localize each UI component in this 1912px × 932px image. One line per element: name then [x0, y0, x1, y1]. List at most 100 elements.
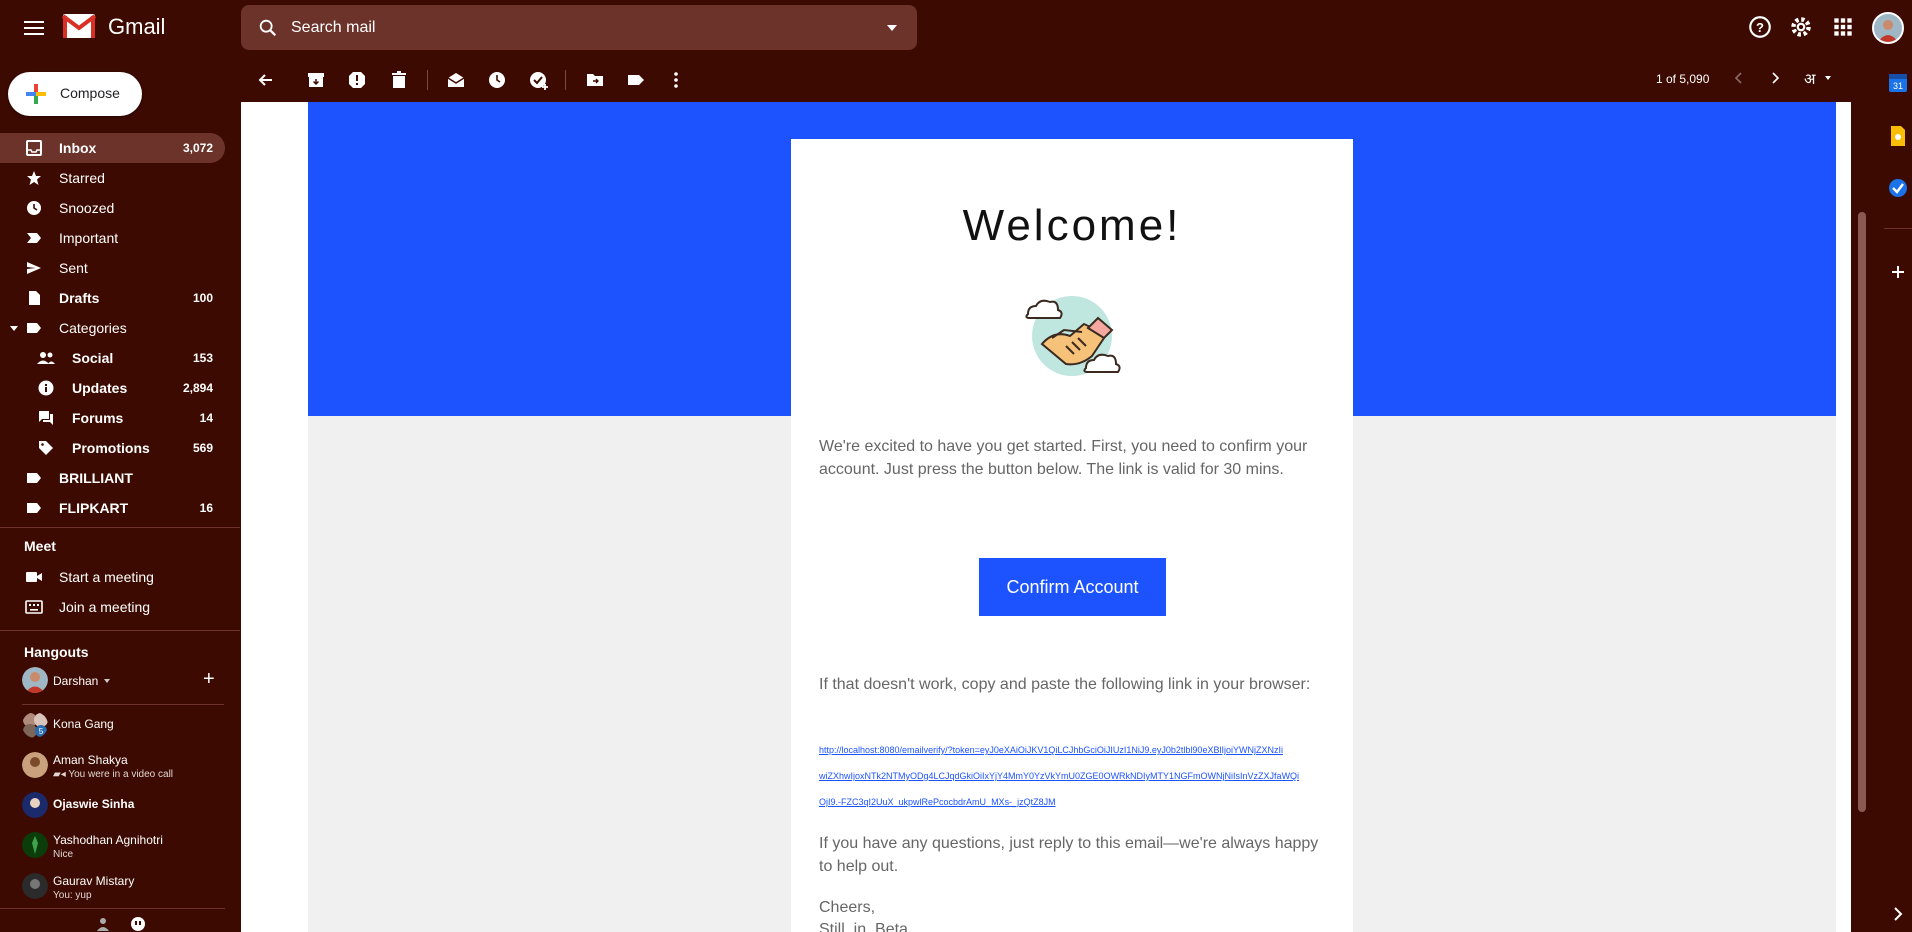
sidebar-item-important[interactable]: Important — [0, 223, 225, 253]
search-input[interactable] — [291, 5, 851, 50]
start-meeting-button[interactable]: Start a meeting — [0, 562, 240, 592]
sidebar-item-updates[interactable]: Updates 2,894 — [0, 373, 225, 403]
email-signoff: Cheers, — [819, 899, 876, 916]
sidebar-item-starred[interactable]: Starred — [0, 163, 225, 193]
delete-icon[interactable] — [389, 70, 409, 90]
main-menu-icon[interactable] — [22, 16, 46, 40]
verification-link-line-1[interactable]: http://localhost:8080/emailverify/?token… — [819, 745, 1339, 755]
input-tools-button[interactable]: अ — [1804, 69, 1815, 89]
back-arrow-icon[interactable] — [256, 70, 276, 90]
sidebar-item-label: BRILLIANT — [59, 470, 133, 486]
divider — [0, 527, 240, 528]
hangout-contact[interactable]: Ojaswie Sinha — [0, 785, 225, 825]
sidebar-item-forums[interactable]: Forums 14 — [0, 403, 225, 433]
join-meeting-button[interactable]: Join a meeting — [0, 592, 240, 622]
account-avatar[interactable] — [1872, 12, 1904, 44]
more-options-icon[interactable] — [666, 70, 686, 90]
avatar — [22, 752, 48, 778]
email-heading: Welcome! — [962, 201, 1182, 250]
search-bar[interactable] — [241, 5, 917, 50]
hangouts-title: Hangouts — [24, 644, 89, 660]
apps-grid-icon[interactable] — [1830, 14, 1856, 40]
chevron-left-icon[interactable] — [1732, 71, 1746, 85]
confirm-account-button[interactable]: Confirm Account — [979, 558, 1166, 616]
contact-name: Aman Shakya — [53, 753, 128, 767]
sidebar-item-label: Starred — [59, 170, 105, 186]
contact-status: You: yup — [53, 890, 92, 901]
tag-icon — [37, 439, 55, 457]
svg-text:31: 31 — [1893, 81, 1903, 91]
sidebar-item-label: Promotions — [72, 440, 150, 456]
expand-panel-chevron-icon[interactable] — [1886, 902, 1910, 926]
join-meeting-label: Join a meeting — [59, 599, 151, 615]
forum-icon — [37, 409, 55, 427]
contact-status-text: You were in a video call — [68, 769, 174, 780]
hangouts-user[interactable]: Darshan + — [0, 660, 225, 700]
sidebar-nav: Inbox 3,072 Starred Snoozed Important Se… — [0, 133, 225, 523]
hangout-contact[interactable]: 5 Kona Gang — [0, 705, 225, 745]
tasks-icon[interactable] — [1886, 176, 1910, 200]
sidebar-item-inbox[interactable]: Inbox 3,072 — [0, 133, 225, 163]
keep-notes-icon[interactable] — [1886, 124, 1910, 148]
compose-label: Compose — [60, 85, 120, 101]
sidebar-item-promotions[interactable]: Promotions 569 — [0, 433, 225, 463]
sidebar-item-label: Sent — [59, 260, 88, 276]
people-icon — [37, 349, 55, 367]
avatar — [22, 832, 48, 858]
input-tools-dropdown-icon[interactable] — [1825, 76, 1831, 80]
chevron-right-icon[interactable] — [1768, 71, 1782, 85]
verification-link-line-3[interactable]: OjI9.-FZC3qI2UuX_ukpwlRePcocbdrAmU_MXs-_… — [819, 797, 1339, 807]
hangouts-chat-icon[interactable] — [130, 916, 146, 932]
sidebar-item-snoozed[interactable]: Snoozed — [0, 193, 225, 223]
search-options-icon[interactable] — [887, 25, 897, 31]
video-call-icon: ▰◂ — [53, 769, 69, 780]
label-as-icon[interactable] — [626, 70, 646, 90]
hangout-contact[interactable]: Aman Shakya ▰◂ You were in a video call — [0, 745, 225, 785]
message-toolbar — [241, 60, 1851, 100]
toolbar-separator — [565, 70, 566, 90]
sidebar-item-social[interactable]: Social 153 — [0, 343, 225, 373]
label-icon — [25, 499, 43, 517]
start-meeting-label: Start a meeting — [59, 569, 154, 585]
sidebar-item-flipkart[interactable]: FLIPKART 16 — [0, 493, 225, 523]
add-contact-icon[interactable]: + — [203, 668, 215, 691]
brand-name[interactable]: Gmail — [108, 14, 165, 40]
sidebar-item-brilliant[interactable]: BRILLIANT — [0, 463, 225, 493]
divider — [0, 630, 240, 631]
email-intro-text: We're excited to have you get started. F… — [819, 438, 1308, 478]
compose-button[interactable]: Compose — [8, 72, 142, 116]
add-task-icon[interactable] — [529, 70, 549, 90]
unread-count: 100 — [192, 291, 213, 305]
get-addons-plus-icon[interactable] — [1886, 260, 1910, 284]
contacts-icon[interactable] — [96, 917, 110, 931]
info-icon — [37, 379, 55, 397]
unread-count: 153 — [192, 351, 213, 365]
divider — [1884, 228, 1912, 229]
report-spam-icon[interactable] — [347, 70, 367, 90]
sidebar-item-drafts[interactable]: Drafts 100 — [0, 283, 225, 313]
email-questions-text: If you have any questions, just reply to… — [819, 835, 1319, 875]
email-signature: Still_in_Beta — [819, 921, 908, 932]
snooze-clock-icon[interactable] — [487, 70, 507, 90]
status-dropdown-icon[interactable] — [104, 679, 110, 683]
clock-icon — [25, 199, 43, 217]
verification-link-line-2[interactable]: wiZXhwIjoxNTk2NTMyODg4LCJqdGkiOiIxYjY4Mm… — [819, 771, 1339, 781]
help-icon[interactable]: ? — [1747, 14, 1773, 40]
hangout-contact[interactable]: Gaurav Mistary You: yup — [0, 866, 225, 906]
settings-gear-icon[interactable] — [1788, 14, 1814, 40]
archive-icon[interactable] — [306, 70, 326, 90]
group-avatar: 5 — [23, 713, 48, 738]
video-camera-icon — [26, 572, 42, 582]
search-icon[interactable] — [257, 17, 279, 39]
mark-unread-icon[interactable] — [446, 70, 466, 90]
calendar-icon[interactable]: 31 — [1886, 71, 1910, 95]
keyboard-icon — [25, 600, 43, 614]
move-to-folder-icon[interactable] — [585, 70, 605, 90]
gmail-logo-icon[interactable] — [62, 13, 96, 39]
hangout-contact[interactable]: Yashodhan Agnihotri Nice — [0, 825, 225, 865]
avatar — [22, 873, 48, 899]
sidebar-item-categories[interactable]: Categories — [0, 313, 225, 343]
expand-arrow-icon[interactable] — [10, 325, 18, 331]
send-icon — [25, 259, 43, 277]
sidebar-item-sent[interactable]: Sent — [0, 253, 225, 283]
